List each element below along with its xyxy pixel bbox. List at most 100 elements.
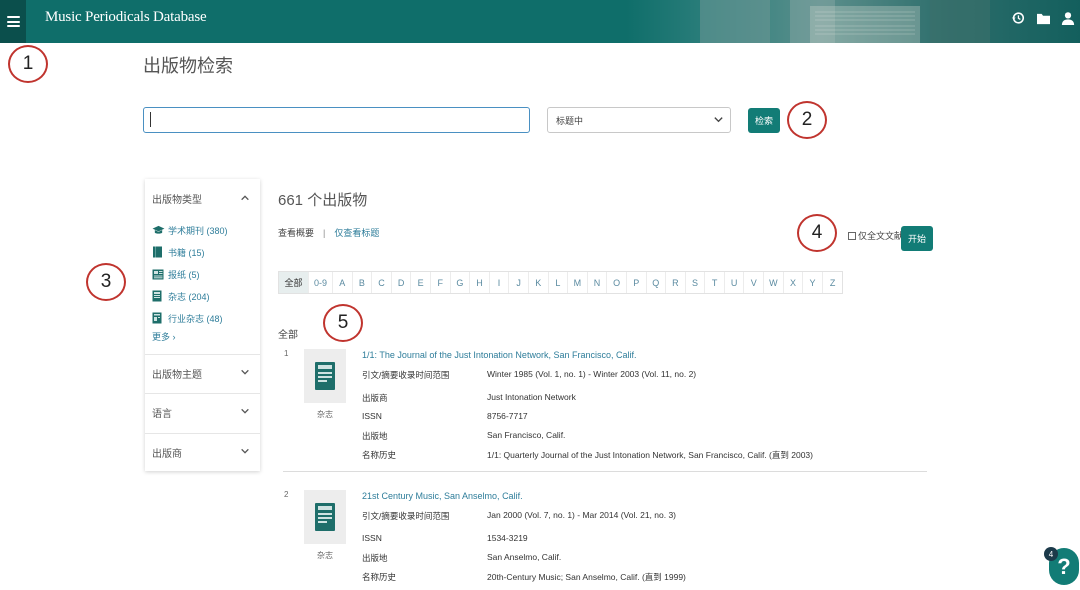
alpha-filter-f[interactable]: F: [431, 272, 451, 293]
alpha-filter-y[interactable]: Y: [803, 272, 823, 293]
alpha-filter-all[interactable]: 全部: [279, 272, 309, 293]
record-title-link[interactable]: 21st Century Music, San Anselmo, Calif.: [362, 491, 523, 501]
type-item-label: 报纸 (5): [168, 269, 200, 280]
divider: [145, 433, 260, 434]
alpha-filter-a[interactable]: A: [333, 272, 353, 293]
alpha-filter-v[interactable]: V: [744, 272, 765, 293]
type-item-label: 杂志 (204): [168, 291, 210, 302]
type-item-scholarly-journals[interactable]: 学术期刊 (380): [152, 219, 228, 241]
alpha-filter-z[interactable]: Z: [823, 272, 843, 293]
field-label: 引文/摘要收录时间范围: [362, 370, 450, 380]
chevron-up-icon[interactable]: [240, 193, 250, 203]
divider: [145, 393, 260, 394]
alpha-filter-w[interactable]: W: [764, 272, 784, 293]
chevron-down-icon[interactable]: [240, 367, 250, 377]
filter-sidebar: 出版物类型 学术期刊 (380) 书籍 (15) 报纸 (5) 杂志 (204): [145, 179, 260, 471]
book-icon: [152, 246, 165, 258]
alpha-filter-p[interactable]: P: [627, 272, 647, 293]
user-icon[interactable]: [1060, 10, 1076, 26]
app-title[interactable]: Music Periodicals Database: [45, 9, 207, 26]
alpha-filter-n[interactable]: N: [588, 272, 608, 293]
scholarly-journal-icon: [152, 224, 165, 236]
fulltext-label: 仅全文文献: [858, 231, 904, 241]
publication-subject-heading[interactable]: 出版物主题: [152, 366, 202, 381]
alpha-filter-m[interactable]: M: [568, 272, 588, 293]
magazine-icon: [315, 362, 335, 390]
record-type-label: 杂志: [317, 410, 333, 419]
menu-icon: [6, 16, 20, 27]
divider: [145, 354, 260, 355]
type-item-newspapers[interactable]: 报纸 (5): [152, 263, 228, 285]
field-value: 1534-3219: [487, 533, 528, 543]
field-label: 引文/摘要收录时间范围: [362, 511, 450, 521]
more-types-link[interactable]: 更多 ›: [152, 330, 176, 343]
chevron-down-icon[interactable]: [240, 406, 250, 416]
record-thumbnail[interactable]: [304, 490, 346, 544]
alpha-filter-g[interactable]: G: [451, 272, 471, 293]
alpha-filter-r[interactable]: R: [666, 272, 686, 293]
history-icon[interactable]: [1010, 10, 1026, 26]
field-label: 名称历史: [362, 450, 397, 460]
annotation-2: 2: [787, 101, 827, 139]
separator: |: [323, 227, 326, 238]
text-cursor: [150, 112, 151, 127]
field-value: Just Intonation Network: [487, 392, 576, 402]
record-thumbnail[interactable]: [304, 349, 346, 403]
help-notification-badge: 4: [1044, 547, 1058, 561]
chevron-down-icon[interactable]: [240, 446, 250, 456]
alpha-filter-l[interactable]: L: [549, 272, 569, 293]
alpha-filter-t[interactable]: T: [705, 272, 725, 293]
alpha-filter-b[interactable]: B: [353, 272, 373, 293]
record-number: 2: [284, 490, 289, 499]
alpha-filter-x[interactable]: X: [784, 272, 804, 293]
field-label: ISSN: [362, 533, 382, 543]
alpha-filter-j[interactable]: J: [509, 272, 529, 293]
annotation-5: 5: [323, 304, 363, 342]
magazine-icon: [152, 290, 165, 302]
field-value: 8756-7717: [487, 411, 528, 421]
go-button[interactable]: 开始: [901, 226, 933, 251]
section-label: 全部: [278, 330, 298, 341]
field-label: ISSN: [362, 411, 382, 421]
field-value: San Anselmo, Calif.: [487, 552, 562, 562]
alpha-filter-e[interactable]: E: [411, 272, 431, 293]
fulltext-only-filter[interactable]: 仅全文文献: [848, 229, 903, 242]
alpha-filter-k[interactable]: K: [529, 272, 549, 293]
search-scope-value: 标题中: [556, 115, 584, 126]
alpha-filter-o[interactable]: O: [607, 272, 627, 293]
alpha-filter-u[interactable]: U: [725, 272, 745, 293]
alpha-filter-d[interactable]: D: [392, 272, 412, 293]
type-item-label: 学术期刊 (380): [168, 225, 228, 236]
field-label: 名称历史: [362, 572, 397, 582]
search-button[interactable]: 检索: [748, 108, 780, 133]
alpha-filter-q[interactable]: Q: [647, 272, 667, 293]
search-input[interactable]: [143, 107, 530, 133]
folder-icon[interactable]: [1035, 10, 1051, 26]
record-divider: [283, 471, 927, 472]
menu-button[interactable]: [0, 0, 26, 43]
fulltext-checkbox[interactable]: [848, 231, 856, 240]
field-value: Jan 2000 (Vol. 7, no. 1) - Mar 2014 (Vol…: [487, 510, 677, 520]
field-label: 出版地: [362, 553, 388, 563]
alpha-filter-c[interactable]: C: [372, 272, 392, 293]
view-summary-link[interactable]: 查看概要: [278, 226, 314, 239]
record-type-label: 杂志: [317, 551, 333, 560]
language-heading[interactable]: 语言: [152, 405, 172, 420]
type-item-trade-journals[interactable]: 行业杂志 (48): [152, 307, 228, 329]
chevron-down-icon: [714, 117, 723, 123]
search-scope-select[interactable]: 标题中: [547, 107, 731, 133]
trade-journal-icon: [152, 312, 165, 324]
view-titles-only-link[interactable]: 仅查看标题: [334, 226, 379, 239]
publication-type-heading[interactable]: 出版物类型: [152, 191, 202, 206]
annotation-3: 3: [86, 263, 126, 301]
alpha-filter-h[interactable]: H: [470, 272, 490, 293]
field-label: 出版商: [362, 393, 388, 403]
record-title-link[interactable]: 1/1: The Journal of the Just Intonation …: [362, 350, 636, 360]
field-value: 1/1: Quarterly Journal of the Just Inton…: [487, 450, 813, 460]
type-item-books[interactable]: 书籍 (15): [152, 241, 228, 263]
alpha-filter-0-9[interactable]: 0-9: [309, 272, 333, 293]
alpha-filter-s[interactable]: S: [686, 272, 706, 293]
type-item-magazines[interactable]: 杂志 (204): [152, 285, 228, 307]
publisher-heading[interactable]: 出版商: [152, 445, 182, 460]
alpha-filter-i[interactable]: I: [490, 272, 510, 293]
